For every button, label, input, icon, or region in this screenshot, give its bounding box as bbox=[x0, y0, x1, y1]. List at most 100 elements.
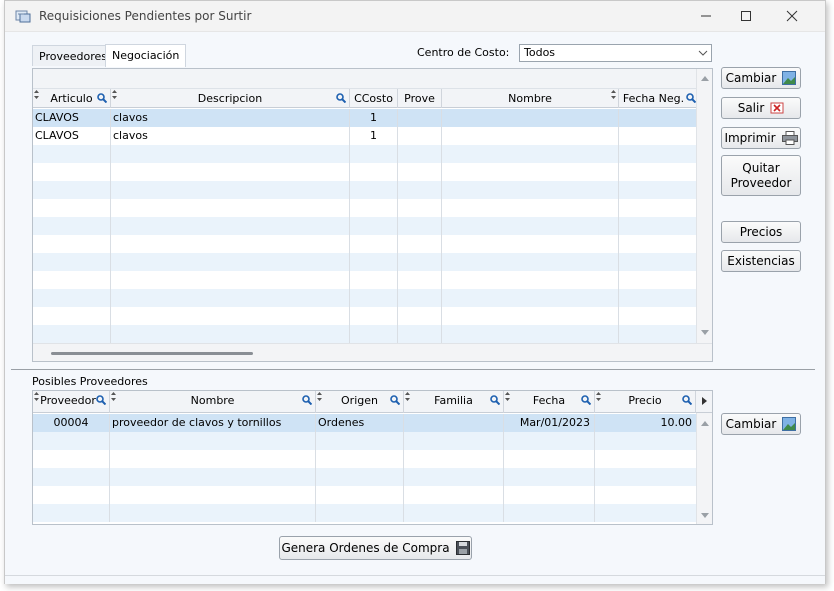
save-icon bbox=[455, 541, 470, 555]
col-proveedor-label: Proveedor bbox=[40, 394, 96, 407]
col-prove-label: Prove bbox=[404, 92, 435, 105]
scroll-down-icon[interactable] bbox=[697, 508, 713, 522]
search-icon[interactable] bbox=[490, 395, 500, 405]
close-button[interactable] bbox=[777, 7, 807, 25]
empty-cell bbox=[350, 145, 398, 163]
col-ccosto[interactable]: CCosto bbox=[350, 89, 398, 108]
salir-button[interactable]: Salir bbox=[721, 97, 801, 119]
empty-row bbox=[33, 163, 696, 181]
search-icon[interactable] bbox=[686, 93, 696, 103]
col-precio[interactable]: Precio bbox=[595, 391, 696, 413]
posibles-proveedores-title: Posibles Proveedores bbox=[32, 375, 148, 388]
col-fecha-neg[interactable]: Fecha Neg. bbox=[619, 89, 696, 108]
chevron-down-icon bbox=[698, 50, 708, 56]
col-origen[interactable]: Origen bbox=[316, 391, 404, 413]
scroll-down-icon[interactable] bbox=[697, 325, 713, 339]
empty-cell bbox=[33, 145, 111, 163]
printer-icon bbox=[781, 131, 798, 145]
centro-costo-select[interactable]: Todos bbox=[519, 44, 712, 62]
empty-cell bbox=[398, 181, 442, 199]
sort-icon bbox=[34, 90, 39, 99]
table-row[interactable]: CLAVOS clavos 1 bbox=[33, 109, 696, 127]
empty-cell bbox=[398, 145, 442, 163]
search-icon[interactable] bbox=[682, 395, 692, 405]
table-row[interactable]: CLAVOS clavos 1 bbox=[33, 127, 696, 145]
empty-cell bbox=[504, 450, 595, 468]
empty-cell bbox=[619, 145, 696, 163]
vertical-scrollbar[interactable] bbox=[696, 69, 712, 343]
empty-cell bbox=[442, 289, 619, 307]
empty-cell bbox=[398, 199, 442, 217]
col-articulo[interactable]: Articulo bbox=[33, 89, 111, 108]
col-familia[interactable]: Familia bbox=[404, 391, 504, 413]
col-descripcion[interactable]: Descripcion bbox=[111, 89, 350, 108]
empty-cell bbox=[619, 307, 696, 325]
imprimir-button[interactable]: Imprimir bbox=[721, 127, 801, 149]
search-icon[interactable] bbox=[390, 395, 400, 405]
close-icon bbox=[786, 10, 798, 22]
horizontal-scroll-thumb[interactable] bbox=[51, 352, 253, 355]
requisiciones-grid[interactable]: Articulo Descripcion CCosto Prove Nombre bbox=[32, 68, 713, 362]
sort-icon bbox=[405, 392, 410, 401]
vertical-scrollbar[interactable] bbox=[696, 413, 712, 524]
genera-ordenes-button[interactable]: Genera Ordenes de Compra bbox=[279, 536, 472, 560]
scroll-up-icon[interactable] bbox=[697, 72, 713, 86]
maximize-button[interactable] bbox=[731, 7, 761, 25]
empty-cell bbox=[350, 181, 398, 199]
tab-negociacion[interactable]: Negociación bbox=[105, 44, 187, 67]
scroll-right-button[interactable] bbox=[696, 391, 712, 413]
minimize-button[interactable] bbox=[691, 7, 721, 25]
empty-cell bbox=[398, 325, 442, 343]
app-icon bbox=[15, 10, 31, 23]
empty-cell bbox=[33, 325, 111, 343]
empty-cell bbox=[619, 199, 696, 217]
search-icon[interactable] bbox=[302, 395, 312, 405]
empty-cell bbox=[398, 253, 442, 271]
empty-cell bbox=[504, 504, 595, 522]
empty-cell bbox=[619, 325, 696, 343]
cell-prove bbox=[398, 109, 442, 127]
empty-cell bbox=[111, 325, 350, 343]
maximize-icon bbox=[741, 11, 751, 21]
tab-proveedores[interactable]: Proveedores bbox=[32, 45, 114, 66]
image-icon bbox=[782, 71, 797, 85]
existencias-button[interactable]: Existencias bbox=[721, 250, 801, 272]
empty-cell bbox=[619, 163, 696, 181]
empty-cell bbox=[33, 199, 111, 217]
search-icon[interactable] bbox=[97, 93, 107, 103]
cambiar-proveedor-button[interactable]: Cambiar bbox=[721, 413, 801, 435]
cambiar-button[interactable]: Cambiar bbox=[721, 67, 801, 89]
main-window: Requisiciones Pendientes por Surtir Prov… bbox=[4, 0, 826, 584]
empty-cell bbox=[404, 468, 504, 486]
col-fecha[interactable]: Fecha bbox=[504, 391, 595, 413]
search-icon[interactable] bbox=[581, 395, 591, 405]
col-origen-label: Origen bbox=[341, 394, 378, 407]
empty-cell bbox=[350, 199, 398, 217]
empty-row bbox=[33, 253, 696, 271]
col-precio-label: Precio bbox=[628, 394, 662, 407]
salir-label: Salir bbox=[737, 101, 765, 115]
scroll-up-icon[interactable] bbox=[697, 417, 713, 431]
table-row[interactable]: 00004 proveedor de clavos y tornillos Or… bbox=[33, 414, 696, 432]
cell-familia bbox=[404, 414, 504, 432]
cell-prove bbox=[398, 127, 442, 145]
col-proveedor[interactable]: Proveedor bbox=[33, 391, 110, 413]
proveedores-grid[interactable]: Proveedor Nombre Origen Familia Fecha Pr… bbox=[32, 390, 713, 525]
empty-cell bbox=[442, 181, 619, 199]
horizontal-scrollbar[interactable] bbox=[33, 343, 712, 361]
col-nombre[interactable]: Nombre bbox=[442, 89, 619, 108]
grid-group-header bbox=[33, 69, 696, 89]
genera-ordenes-label: Genera Ordenes de Compra bbox=[281, 541, 450, 555]
search-icon[interactable] bbox=[96, 395, 106, 405]
empty-cell bbox=[595, 432, 696, 450]
precios-button[interactable]: Precios bbox=[721, 221, 801, 243]
col-nombre[interactable]: Nombre bbox=[110, 391, 316, 413]
col-prove[interactable]: Prove bbox=[398, 89, 442, 108]
search-icon[interactable] bbox=[336, 93, 346, 103]
sort-icon bbox=[34, 392, 39, 401]
client-area: Proveedores Negociación Centro de Costo:… bbox=[5, 32, 825, 584]
empty-cell bbox=[398, 271, 442, 289]
empty-cell bbox=[316, 504, 404, 522]
empty-cell bbox=[350, 289, 398, 307]
quitar-proveedor-button[interactable]: Quitar Proveedor bbox=[721, 155, 801, 196]
